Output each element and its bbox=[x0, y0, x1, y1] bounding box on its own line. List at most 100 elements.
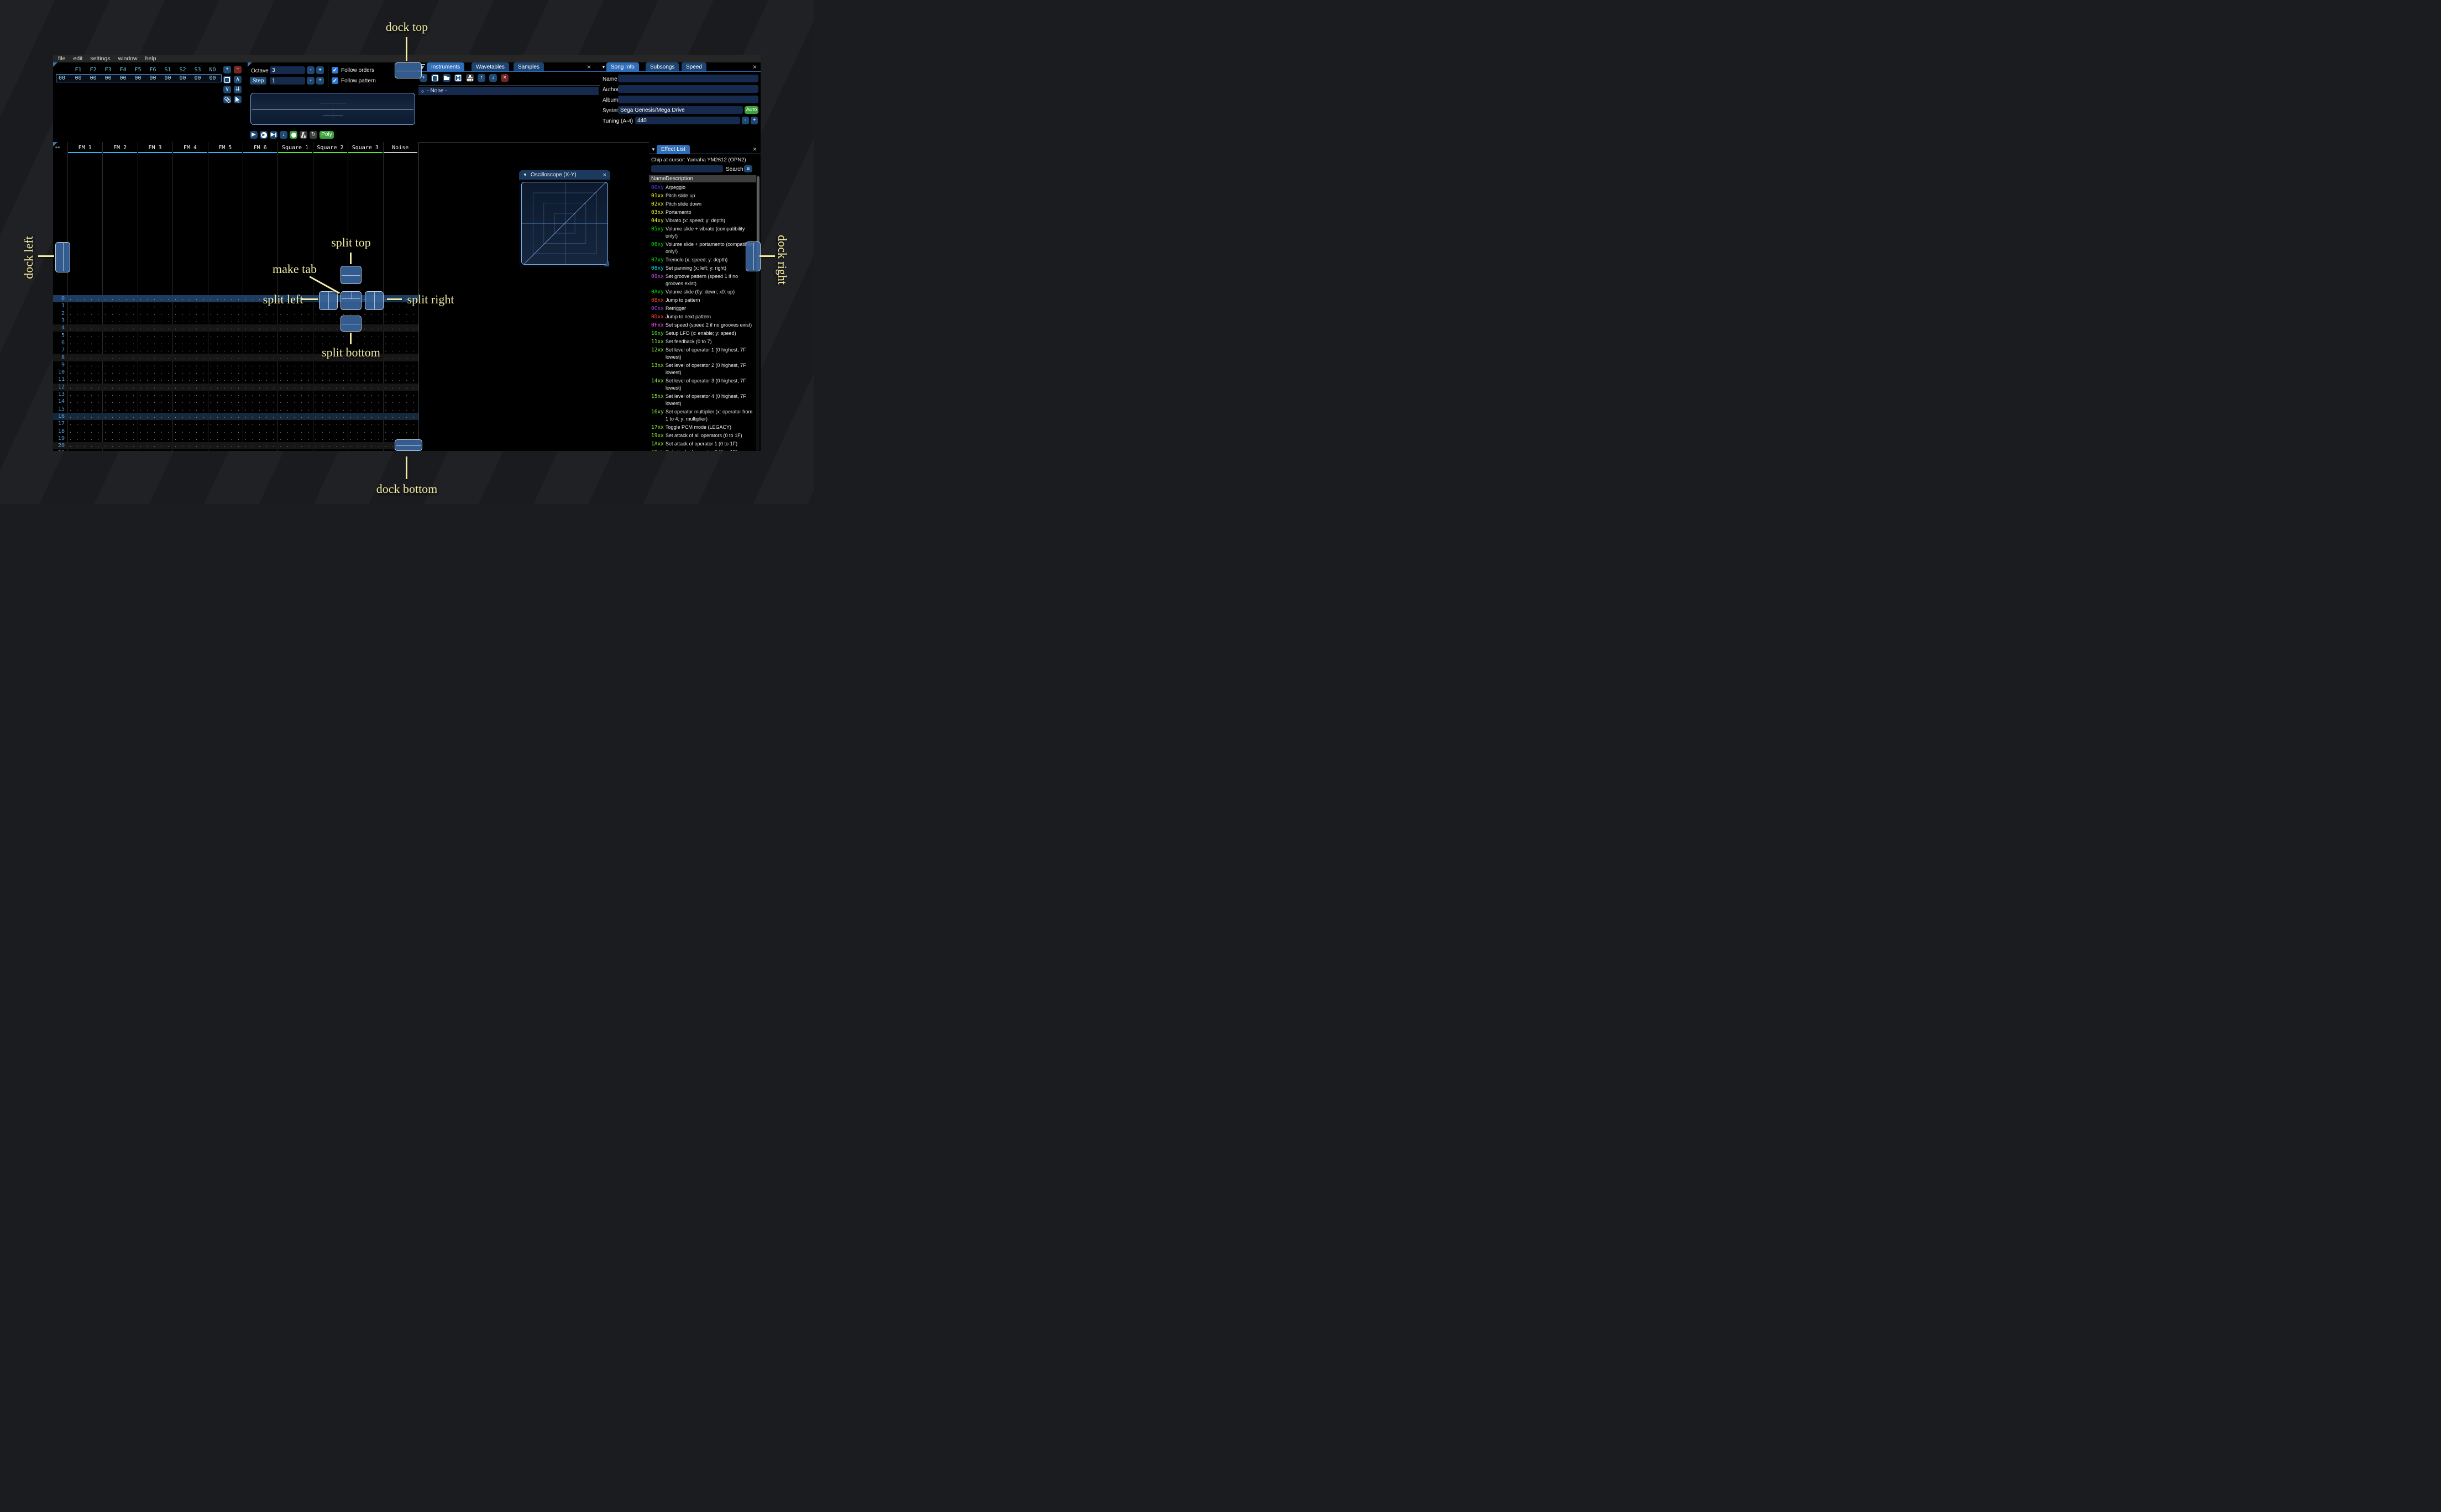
dock-target-bottom[interactable] bbox=[395, 439, 422, 451]
play-button[interactable]: ▶ bbox=[250, 131, 258, 139]
pattern-cell[interactable]: . . . . . . . . . . . . bbox=[172, 407, 207, 412]
pattern-cell[interactable]: . . . . . . . . . . . . bbox=[313, 450, 348, 451]
pattern-row[interactable]: 17. . . . . . . . . . . .. . . . . . . .… bbox=[53, 420, 418, 427]
album-input[interactable] bbox=[618, 96, 758, 103]
pattern-cell[interactable]: . . . . . . . . . . . . bbox=[138, 363, 172, 368]
menu-item-file[interactable]: file bbox=[58, 55, 65, 62]
name-input[interactable] bbox=[618, 75, 758, 82]
column-name[interactable]: Name bbox=[649, 176, 666, 182]
order-cell[interactable]: 00 bbox=[205, 75, 220, 81]
pattern-cell[interactable]: . . . . . . . . . . . . bbox=[243, 407, 277, 412]
pattern-cell[interactable]: . . . . . . . . . . . . bbox=[208, 296, 243, 301]
pattern-cell[interactable]: . . . . . . . . . . . . bbox=[348, 443, 383, 448]
order-cell[interactable]: 00 bbox=[86, 75, 101, 81]
pattern-cell[interactable]: . . . . . . . . . . . . bbox=[172, 363, 207, 368]
pattern-row[interactable]: 9. . . . . . . . . . . .. . . . . . . . … bbox=[53, 361, 418, 369]
pattern-cell[interactable]: . . . . . . . . . . . . bbox=[313, 377, 348, 382]
channel-header-fm-5[interactable]: FM 5 bbox=[208, 145, 243, 151]
tuning-minus-button[interactable]: - bbox=[742, 117, 749, 124]
pattern-cell[interactable]: . . . . . . . . . . . . bbox=[67, 450, 102, 451]
pattern-cell[interactable]: . . . . . . . . . . . . bbox=[383, 311, 418, 316]
pattern-row[interactable]: 0. . . . . . . . . . . .. . . . . . . . … bbox=[53, 295, 418, 303]
pattern-cell[interactable]: . . . . . . . . . . . . bbox=[138, 450, 172, 451]
oscilloscope-xy-titlebar[interactable]: ▼ Oscilloscope (X-Y) × bbox=[519, 170, 610, 180]
pattern-cell[interactable]: . . . . . . . . . . . . bbox=[277, 450, 312, 451]
channel-header-square-2[interactable]: Square 2 bbox=[313, 145, 348, 151]
collapse-icon[interactable]: ▼ bbox=[651, 148, 656, 152]
pattern-cell[interactable]: . . . . . . . . . . . . bbox=[102, 355, 137, 360]
play-one-row-button[interactable]: ▶ bbox=[270, 131, 277, 139]
tab-speed[interactable]: Speed bbox=[682, 62, 706, 71]
pattern-cell[interactable]: . . . . . . . . . . . . bbox=[313, 414, 348, 419]
pattern-cell[interactable]: . . . . . . . . . . . . bbox=[67, 333, 102, 338]
order-channel-S3[interactable]: S3 bbox=[190, 67, 205, 73]
step-minus-button[interactable]: - bbox=[307, 77, 315, 85]
play-pattern-button[interactable]: ▶ bbox=[260, 131, 268, 139]
pattern-cell[interactable]: . . . . . . . . . . . . bbox=[208, 392, 243, 397]
pattern-cell[interactable]: . . . . . . . . . . . . bbox=[67, 377, 102, 382]
tab-samples[interactable]: Samples bbox=[514, 62, 544, 71]
order-channel-S2[interactable]: S2 bbox=[175, 67, 190, 73]
channel-header-fm-6[interactable]: FM 6 bbox=[243, 145, 277, 151]
pattern-row[interactable]: 4. . . . . . . . . . . .. . . . . . . . … bbox=[53, 324, 418, 332]
pattern-cell[interactable]: . . . . . . . . . . . . bbox=[172, 385, 207, 390]
pattern-cell[interactable]: . . . . . . . . . . . . bbox=[243, 326, 277, 330]
pattern-cell[interactable]: . . . . . . . . . . . . bbox=[208, 363, 243, 368]
pattern-cell[interactable]: . . . . . . . . . . . . bbox=[208, 385, 243, 390]
pattern-cell[interactable]: . . . . . . . . . . . . bbox=[313, 385, 348, 390]
pattern-cell[interactable]: . . . . . . . . . . . . bbox=[208, 407, 243, 412]
pattern-cell[interactable]: . . . . . . . . . . . . bbox=[348, 429, 383, 434]
pattern-cell[interactable]: . . . . . . . . . . . . bbox=[67, 385, 102, 390]
order-cell[interactable]: 00 bbox=[116, 75, 130, 81]
pattern-cell[interactable]: . . . . . . . . . . . . bbox=[383, 414, 418, 419]
pattern-cell[interactable]: . . . . . . . . . . . . bbox=[348, 377, 383, 382]
pattern-cell[interactable]: . . . . . . . . . . . . bbox=[348, 414, 383, 419]
pattern-cell[interactable]: . . . . . . . . . . . . bbox=[102, 377, 137, 382]
menu-item-edit[interactable]: edit bbox=[73, 55, 82, 62]
pattern-cell[interactable]: . . . . . . . . . . . . bbox=[383, 399, 418, 404]
pattern-cell[interactable]: . . . . . . . . . . . . bbox=[102, 326, 137, 330]
tab-effect-list[interactable]: Effect List bbox=[657, 145, 690, 154]
pattern-cell[interactable]: . . . . . . . . . . . . bbox=[277, 443, 312, 448]
pattern-cell[interactable]: . . . . . . . . . . . . bbox=[102, 333, 137, 338]
pattern-row[interactable]: 13. . . . . . . . . . . .. . . . . . . .… bbox=[53, 391, 418, 398]
pattern-cell[interactable]: . . . . . . . . . . . . bbox=[67, 318, 102, 323]
pattern-cell[interactable]: . . . . . . . . . . . . bbox=[172, 377, 207, 382]
pattern-cell[interactable]: . . . . . . . . . . . . bbox=[172, 333, 207, 338]
pattern-cell[interactable]: . . . . . . . . . . . . bbox=[172, 443, 207, 448]
order-cell[interactable]: 00 bbox=[160, 75, 175, 81]
pattern-cell[interactable]: . . . . . . . . . . . . bbox=[348, 333, 383, 338]
pattern-cell[interactable]: . . . . . . . . . . . . bbox=[348, 450, 383, 451]
pattern-cell[interactable]: . . . . . . . . . . . . bbox=[348, 363, 383, 368]
order-channel-F6[interactable]: F6 bbox=[145, 67, 160, 73]
pattern-cell[interactable]: . . . . . . . . . . . . bbox=[102, 311, 137, 316]
pattern-cell[interactable]: . . . . . . . . . . . . bbox=[138, 392, 172, 397]
pattern-cell[interactable]: . . . . . . . . . . . . bbox=[102, 363, 137, 368]
close-icon[interactable]: × bbox=[603, 172, 606, 179]
channel-header-noise[interactable]: Noise bbox=[383, 145, 418, 151]
order-channel-F5[interactable]: F5 bbox=[130, 67, 145, 73]
follow-pattern-checkbox[interactable]: ✓ bbox=[332, 77, 338, 84]
pattern-cell[interactable]: . . . . . . . . . . . . bbox=[243, 355, 277, 360]
pattern-cell[interactable]: . . . . . . . . . . . . bbox=[138, 385, 172, 390]
pattern-row[interactable]: 12. . . . . . . . . . . .. . . . . . . .… bbox=[53, 383, 418, 391]
pattern-row[interactable]: 15. . . . . . . . . . . .. . . . . . . .… bbox=[53, 406, 418, 413]
pattern-cell[interactable]: . . . . . . . . . . . . bbox=[313, 421, 348, 426]
tuning-input[interactable]: 440 bbox=[635, 117, 740, 124]
pattern-row[interactable]: 3. . . . . . . . . . . .. . . . . . . . … bbox=[53, 317, 418, 324]
pattern-cell[interactable]: . . . . . . . . . . . . bbox=[67, 348, 102, 353]
collapse-icon[interactable]: ▼ bbox=[523, 172, 527, 177]
pattern-cell[interactable]: . . . . . . . . . . . . bbox=[208, 318, 243, 323]
pattern-cell[interactable]: . . . . . . . . . . . . bbox=[277, 421, 312, 426]
pattern-cell[interactable]: . . . . . . . . . . . . bbox=[277, 363, 312, 368]
channel-header-square-1[interactable]: Square 1 bbox=[277, 145, 312, 151]
pattern-cell[interactable]: . . . . . . . . . . . . bbox=[208, 429, 243, 434]
order-channel-F1[interactable]: F1 bbox=[71, 67, 86, 73]
tab-song-info[interactable]: Song Info bbox=[606, 62, 639, 71]
deep-clone-order-button[interactable] bbox=[223, 96, 231, 103]
octave-minus-button[interactable]: - bbox=[307, 66, 315, 74]
pattern-cell[interactable]: . . . . . . . . . . . . bbox=[172, 429, 207, 434]
split-target-top[interactable] bbox=[341, 266, 362, 284]
pattern-row[interactable]: 18. . . . . . . . . . . .. . . . . . . .… bbox=[53, 427, 418, 434]
pattern-cell[interactable]: . . . . . . . . . . . . bbox=[172, 450, 207, 451]
